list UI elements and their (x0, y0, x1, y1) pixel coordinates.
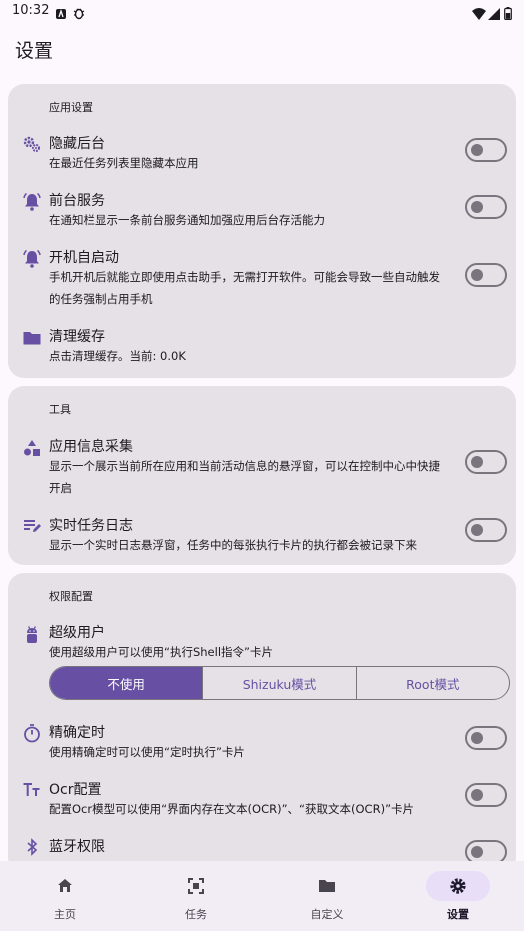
section-title-permissions: 权限配置 (49, 590, 93, 603)
ocr-toggle[interactable] (465, 783, 507, 807)
setting-foreground-service[interactable]: 前台服务 在通知栏显示一条前台服务通知加强应用后台存活能力 (8, 183, 516, 233)
nav-label: 主页 (54, 908, 76, 921)
nav-label: 设置 (447, 908, 469, 921)
tools-card: 工具 应用信息采集 显示一个展示当前所在应用和当前活动信息的悬浮窗，可以在控制中… (8, 386, 516, 565)
superuser-option-none[interactable]: 不使用 (50, 667, 204, 699)
superuser-option-shizuku[interactable]: Shizuku模式 (203, 667, 357, 699)
setting-ocr[interactable]: Ocr配置 配置Ocr模型可以使用“界面内存在文本(OCR)”、“获取文本(OC… (8, 772, 516, 822)
setting-title: 开机自启动 (49, 250, 119, 266)
setting-title: 实时任务日志 (49, 518, 133, 534)
setting-desc-line2: 开启 (49, 481, 72, 495)
bottom-navigation: 主页 任务 自定义 设置 (0, 861, 524, 931)
bell-icon (22, 192, 42, 212)
setting-auto-start[interactable]: 开机自启动 手机开机后就能立即使用点击助手，无需打开软件。可能会导致一些自动触发… (8, 240, 516, 312)
section-title-app-settings: 应用设置 (49, 101, 93, 114)
setting-title: Ocr配置 (49, 782, 102, 798)
superuser-option-root[interactable]: Root模式 (357, 667, 509, 699)
section-title-tools: 工具 (49, 403, 71, 416)
bell-icon (22, 249, 42, 269)
battery-icon (504, 5, 512, 24)
wifi-icon (472, 5, 486, 24)
setting-title: 超级用户 (49, 625, 105, 641)
setting-desc: 使用超级用户可以使用“执行Shell指令”卡片 (49, 645, 273, 659)
a-app-icon (55, 5, 67, 24)
setting-desc: 在最近任务列表里隐藏本应用 (49, 156, 199, 170)
nav-item-home[interactable]: 主页 (25, 861, 105, 931)
auto-start-toggle[interactable] (465, 263, 507, 287)
exact-timer-toggle[interactable] (465, 726, 507, 750)
nav-label: 任务 (185, 908, 207, 921)
hide-background-toggle[interactable] (465, 138, 507, 162)
realtime-log-toggle[interactable] (465, 518, 507, 542)
folder-icon (318, 877, 336, 895)
setting-desc-line1: 显示一个展示当前所在应用和当前活动信息的悬浮窗，可以在控制中心中快捷 (49, 459, 440, 473)
nav-item-tasks[interactable]: 任务 (156, 861, 236, 931)
gears-icon (22, 134, 42, 154)
bug-icon (72, 5, 86, 24)
task-icon (187, 877, 205, 895)
text-size-icon (22, 780, 42, 800)
permissions-card: 权限配置 超级用户 使用超级用户可以使用“执行Shell指令”卡片 不使用 Sh… (8, 573, 516, 873)
setting-app-info-collect[interactable]: 应用信息采集 显示一个展示当前所在应用和当前活动信息的悬浮窗，可以在控制中心中快… (8, 429, 516, 501)
nav-item-custom[interactable]: 自定义 (287, 861, 367, 931)
page-title: 设置 (15, 40, 54, 62)
setting-exact-timer[interactable]: 精确定时 使用精确定时可以使用“定时执行”卡片 (8, 715, 516, 765)
setting-realtime-log[interactable]: 实时任务日志 显示一个实时日志悬浮窗，任务中的每张执行卡片的执行都会被记录下来 (8, 508, 516, 558)
signal-icon (488, 5, 500, 24)
gear-icon (449, 877, 467, 895)
setting-desc: 在通知栏显示一条前台服务通知加强应用后台存活能力 (49, 213, 325, 227)
setting-desc-line1: 手机开机后就能立即使用点击助手，无需打开软件。可能会导致一些自动触发 (49, 270, 440, 284)
status-time: 10:32 (12, 3, 50, 18)
home-icon (56, 877, 74, 895)
log-icon (22, 516, 42, 536)
status-bar: 10:32 (0, 0, 524, 24)
bluetooth-icon (22, 837, 42, 857)
shapes-icon (22, 438, 42, 458)
setting-hide-background[interactable]: 隐藏后台 在最近任务列表里隐藏本应用 (8, 126, 516, 176)
setting-desc: 点击清理缓存。当前: 0.0K (49, 349, 186, 363)
setting-title: 精确定时 (49, 725, 105, 741)
app-settings-card: 应用设置 隐藏后台 在最近任务列表里隐藏本应用 前台服务 在通知栏显示一条前台服… (8, 84, 516, 378)
superuser-mode-selector: 不使用 Shizuku模式 Root模式 (49, 666, 510, 700)
setting-title: 清理缓存 (49, 329, 105, 345)
setting-clear-cache[interactable]: 清理缓存 点击清理缓存。当前: 0.0K (8, 319, 516, 369)
android-icon (22, 625, 42, 645)
folder-icon (22, 328, 42, 348)
app-info-collect-toggle[interactable] (465, 450, 507, 474)
timer-icon (22, 723, 42, 743)
setting-desc-line2: 的任务强制占用手机 (49, 292, 153, 306)
nav-label: 自定义 (310, 908, 344, 921)
setting-title: 蓝牙权限 (49, 839, 105, 855)
setting-desc: 使用精确定时可以使用“定时执行”卡片 (49, 745, 245, 759)
setting-title: 前台服务 (49, 193, 105, 209)
setting-title: 隐藏后台 (49, 136, 105, 152)
setting-title: 应用信息采集 (49, 439, 133, 455)
setting-desc: 显示一个实时日志悬浮窗，任务中的每张执行卡片的执行都会被记录下来 (49, 538, 417, 552)
setting-desc: 配置Ocr模型可以使用“界面内存在文本(OCR)”、“获取文本(OCR)”卡片 (49, 802, 415, 816)
nav-item-settings[interactable]: 设置 (418, 861, 498, 931)
foreground-service-toggle[interactable] (465, 195, 507, 219)
